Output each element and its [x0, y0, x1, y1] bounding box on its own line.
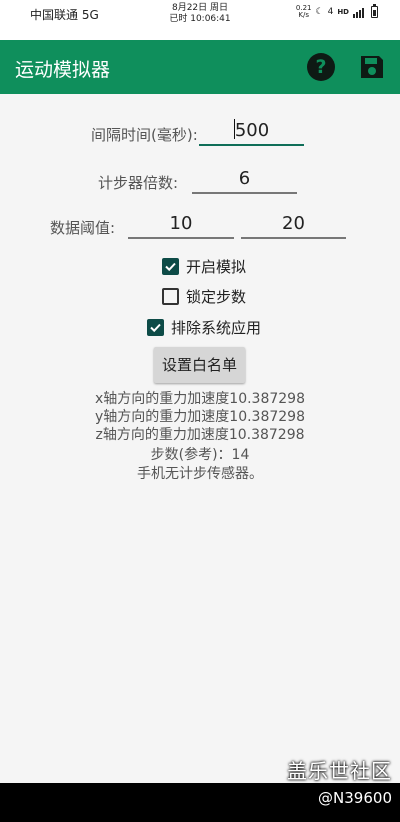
exclude-system-apps-label: 排除系统应用	[171, 319, 262, 337]
enable-simulation-checkbox[interactable]: 开启模拟	[162, 256, 246, 277]
help-icon[interactable]: ?	[307, 53, 335, 81]
checkbox-unchecked-icon	[162, 288, 179, 305]
checkbox-checked-icon	[162, 258, 179, 275]
interval-input[interactable]: 500	[199, 118, 304, 146]
watermark-user: @N39600	[318, 789, 392, 807]
threshold-min-input[interactable]: 10	[128, 211, 234, 239]
save-icon[interactable]	[358, 53, 386, 81]
interval-label: 间隔时间(毫秒):	[91, 126, 198, 144]
moon-icon: ☾	[315, 7, 324, 17]
signal-count: 4	[327, 7, 334, 17]
enable-simulation-label: 开启模拟	[186, 258, 247, 276]
x-gravity-text: x轴方向的重力加速度10.387298	[95, 391, 305, 407]
steps-text: 步数(参考)：14	[150, 447, 250, 463]
z-gravity-text: z轴方向的重力加速度10.387298	[95, 427, 305, 443]
status-date: 8月22日 周日	[171, 3, 229, 13]
sensor-note-text: 手机无计步传感器。	[137, 466, 263, 482]
status-time: 已时 10:06:41	[169, 14, 231, 24]
interval-value: 500	[234, 120, 270, 141]
network-speed: 0.21 K/s	[296, 5, 312, 19]
app-title: 运动模拟器	[15, 60, 111, 81]
speed-unit: K/s	[298, 11, 310, 19]
threshold-min-value: 10	[169, 213, 193, 234]
status-icons: 0.21 K/s ☾ 4 HD	[296, 4, 378, 19]
exclude-system-apps-checkbox[interactable]: 排除系统应用	[147, 317, 261, 338]
multiplier-label: 计步器倍数:	[98, 174, 179, 192]
multiplier-input[interactable]: 6	[192, 166, 297, 194]
y-gravity-text: y轴方向的重力加速度10.387298	[95, 409, 305, 425]
threshold-label: 数据阈值:	[50, 219, 116, 237]
hd-icon: HD	[337, 8, 349, 16]
battery-icon	[371, 4, 378, 18]
signal-icon	[353, 8, 364, 18]
date-time: 8月22日 周日 已时 10:06:41	[169, 3, 230, 25]
lock-steps-label: 锁定步数	[186, 288, 247, 306]
checkbox-checked-icon	[147, 319, 164, 336]
set-whitelist-button[interactable]: 设置白名单	[154, 347, 245, 383]
threshold-max-input[interactable]: 20	[241, 211, 346, 239]
watermark-brand: 盖乐世社区	[287, 759, 392, 783]
threshold-max-value: 20	[282, 213, 305, 234]
app-bar: 运动模拟器 ?	[0, 40, 400, 94]
lock-steps-checkbox[interactable]: 锁定步数	[162, 286, 246, 307]
carrier-label: 中国联通 5G	[30, 8, 99, 22]
multiplier-value: 6	[238, 168, 251, 189]
status-bar: 中国联通 5G 8月22日 周日 已时 10:06:41 0.21 K/s ☾ …	[0, 0, 400, 40]
